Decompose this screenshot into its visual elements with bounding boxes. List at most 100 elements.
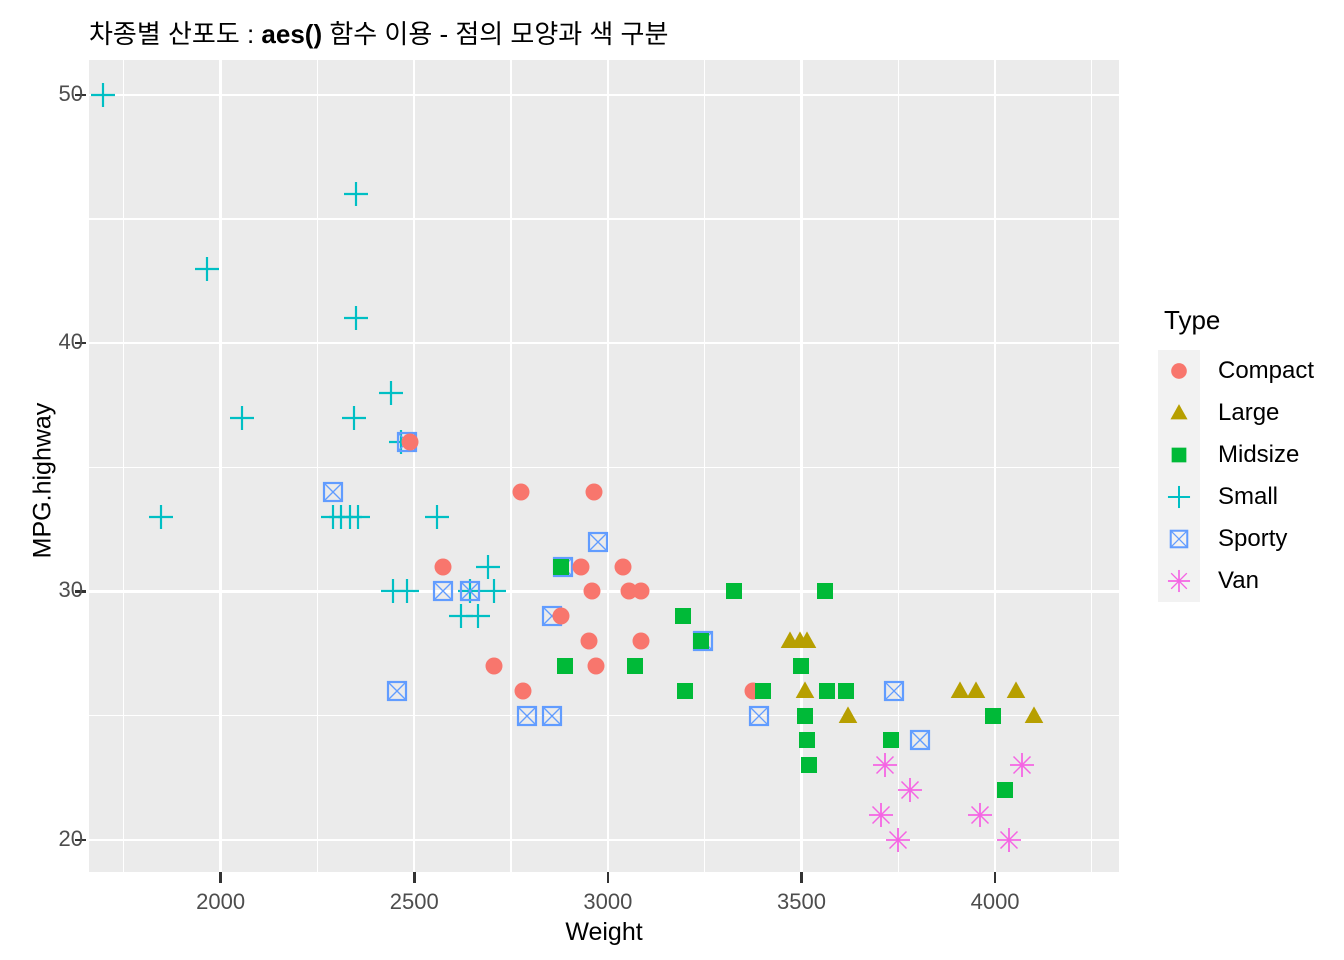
x-tick-label: 4000 [970, 889, 1020, 914]
grid-line-major-horizontal [89, 341, 1119, 345]
data-point-compact [564, 550, 598, 584]
legend-item-label: Large [1218, 399, 1280, 426]
data-point-van [864, 798, 898, 832]
grid-line-minor-vertical [316, 60, 319, 872]
data-point-midsize [810, 674, 844, 708]
grid-line-major-vertical [219, 60, 222, 872]
data-point-large [788, 674, 822, 708]
x-tick-mark [800, 872, 803, 883]
data-point-compact [544, 599, 578, 633]
data-point-midsize [618, 649, 652, 683]
data-point-compact [477, 649, 511, 683]
grid-line-major-vertical [993, 60, 997, 872]
data-point-compact [624, 624, 658, 658]
data-point-midsize [746, 674, 780, 708]
data-point-small [461, 599, 495, 633]
data-point-small [471, 550, 505, 584]
legend: Type Compact Large Midsize Small Sporty Van [1158, 305, 1314, 602]
grid-line-minor-vertical [897, 60, 899, 872]
grid-line-major-vertical [606, 60, 610, 872]
data-point-small [144, 500, 178, 534]
legend-key-plus-icon [1158, 476, 1200, 518]
legend-item-small[interactable]: Small [1158, 476, 1314, 518]
legend-item-label: Sporty [1218, 525, 1288, 552]
grid-line-minor-vertical [1091, 60, 1093, 872]
data-point-compact [426, 550, 460, 584]
data-point-sporty [877, 674, 911, 708]
plot-panel [89, 60, 1119, 872]
grid-line-minor-horizontal [89, 218, 1119, 220]
data-point-midsize [684, 624, 718, 658]
legend-item-van[interactable]: Van [1158, 560, 1314, 602]
data-point-small [337, 401, 371, 435]
plot-root: 차종별 산포도 : aes() 함수 이용 - 점의 모양과 색 구분 20 30… [0, 0, 1344, 960]
legend-item-sporty[interactable]: Sporty [1158, 518, 1314, 560]
legend-item-label: Compact [1218, 357, 1315, 384]
data-point-sporty [316, 475, 350, 509]
data-point-small [341, 500, 375, 534]
legend-keys: Compact Large Midsize Small Sporty Van [1158, 350, 1314, 602]
y-tick-label: 20 [58, 825, 83, 851]
data-point-sporty [903, 723, 937, 757]
y-tick-label: 40 [58, 329, 83, 355]
data-point-sporty [686, 624, 720, 658]
data-point-compact [736, 674, 770, 708]
grid-line-major-horizontal [89, 93, 1119, 96]
data-point-midsize [668, 674, 702, 708]
grid-line-minor-horizontal [89, 466, 1119, 468]
grid-line-major-vertical [413, 60, 416, 872]
data-point-small [339, 301, 373, 335]
legend-key-triangle-icon [1158, 392, 1200, 434]
grid-line-minor-vertical [123, 60, 125, 872]
legend-item-label: Midsize [1218, 441, 1300, 468]
x-tick-mark [993, 872, 997, 883]
x-tick-label: 2000 [196, 889, 246, 914]
y-tick-label: 50 [58, 80, 83, 106]
data-point-large [790, 624, 824, 658]
data-point-sporty [380, 674, 414, 708]
legend-key-circle-icon [1158, 350, 1200, 392]
grid-line-major-horizontal [89, 590, 1119, 593]
data-point-midsize [666, 599, 700, 633]
data-point-small [444, 599, 478, 633]
data-point-small [339, 177, 373, 211]
data-point-large [999, 674, 1033, 708]
y-tick-label: 30 [58, 577, 83, 603]
legend-title: Type [1164, 305, 1221, 335]
data-point-midsize [874, 723, 908, 757]
data-point-small [420, 500, 454, 534]
data-point-compact [504, 475, 538, 509]
page-title: 차종별 산포도 : aes() 함수 이용 - 점의 모양과 색 구분 [89, 19, 669, 49]
data-point-midsize [988, 773, 1022, 807]
x-tick-label: 3500 [776, 889, 826, 914]
data-point-midsize [792, 748, 826, 782]
data-point-small [374, 376, 408, 410]
x-tick-mark [413, 872, 416, 883]
legend-item-large[interactable]: Large [1158, 392, 1314, 434]
grid-line-minor-vertical [704, 60, 706, 872]
data-point-sporty [390, 425, 424, 459]
data-point-midsize [790, 723, 824, 757]
legend-item-label: Small [1218, 483, 1279, 510]
data-point-small [324, 500, 358, 534]
data-point-sporty [581, 525, 615, 559]
x-tick-mark [606, 872, 610, 883]
data-point-large [943, 674, 977, 708]
legend-item-midsize[interactable]: Midsize [1158, 434, 1314, 476]
grid-line-major-vertical [800, 60, 803, 872]
grid-line-minor-vertical [510, 60, 512, 872]
data-point-large [959, 674, 993, 708]
legend-item-label: Van [1218, 567, 1259, 594]
data-point-sporty [535, 599, 569, 633]
data-point-van [963, 798, 997, 832]
data-point-sporty [546, 550, 580, 584]
data-point-compact [572, 624, 606, 658]
grid-line-major-horizontal [89, 838, 1119, 841]
data-point-midsize [544, 550, 578, 584]
data-point-small [225, 401, 259, 435]
legend-key-asterisk-icon [1158, 560, 1200, 602]
data-point-small [333, 500, 367, 534]
y-axis-title: MPG.highway [28, 402, 57, 559]
legend-item-compact[interactable]: Compact [1158, 350, 1314, 392]
data-point-compact [606, 550, 640, 584]
